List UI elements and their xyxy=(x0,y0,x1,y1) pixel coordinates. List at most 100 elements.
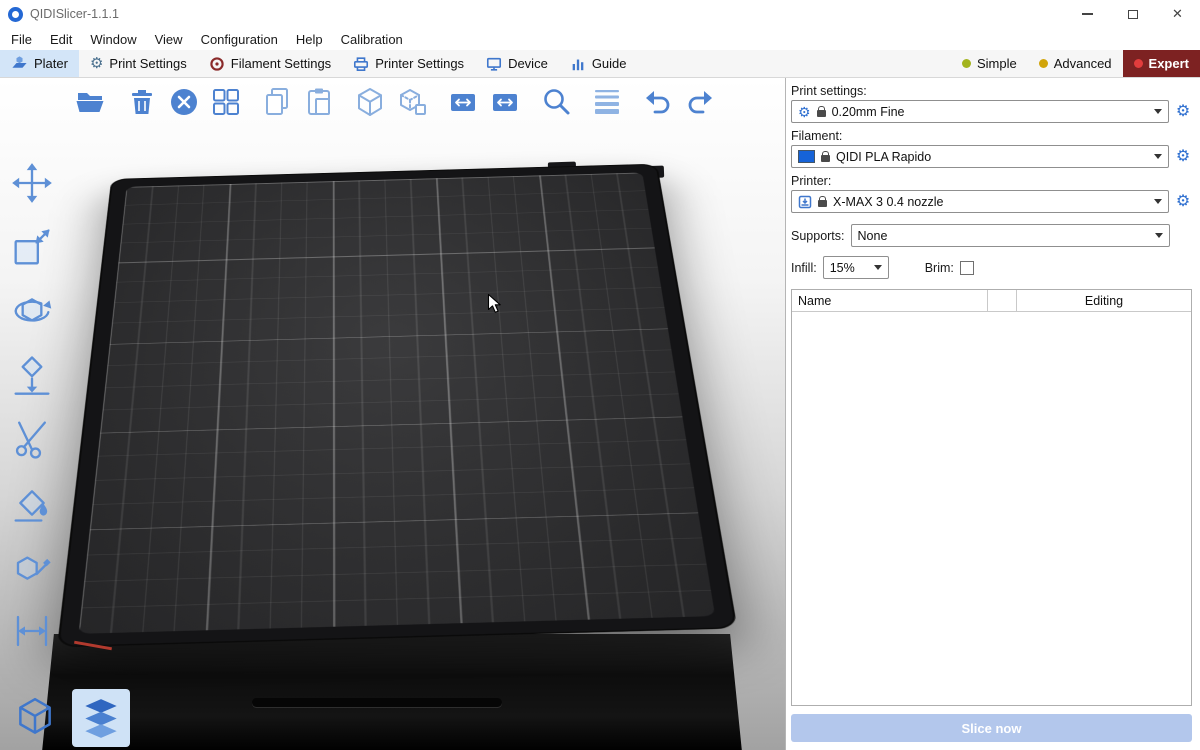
window-title: QIDISlicer-1.1.1 xyxy=(30,7,119,21)
undo-button[interactable] xyxy=(641,84,675,120)
seam-tool[interactable] xyxy=(8,544,56,590)
print-bed-front xyxy=(42,634,742,750)
tab-device[interactable]: Device xyxy=(475,50,559,77)
scale-icon xyxy=(11,226,53,268)
close-button[interactable]: ✕ xyxy=(1155,0,1200,28)
chevron-down-icon xyxy=(874,265,882,270)
printer-mini-icon xyxy=(798,195,812,209)
search-icon xyxy=(540,86,572,118)
arrange-icon xyxy=(210,86,242,118)
supports-combo[interactable]: None xyxy=(851,224,1170,247)
remove-instance-button[interactable] xyxy=(488,84,522,120)
chevron-down-icon xyxy=(1155,233,1163,238)
redo-icon xyxy=(684,86,716,118)
object-list-header: Name Editing xyxy=(792,290,1191,312)
chevron-down-icon xyxy=(1154,199,1162,204)
search-button[interactable] xyxy=(539,84,573,120)
plater-3d-viewport[interactable] xyxy=(0,78,785,750)
maximize-button[interactable] xyxy=(1110,0,1155,28)
print-settings-label: Print settings: xyxy=(791,84,1192,98)
tab-filament-settings[interactable]: Filament Settings xyxy=(198,50,342,77)
menu-file[interactable]: File xyxy=(2,32,41,47)
cut-tool[interactable] xyxy=(8,416,56,462)
menu-edit[interactable]: Edit xyxy=(41,32,81,47)
tab-printer-settings[interactable]: Printer Settings xyxy=(342,50,475,77)
folder-open-icon xyxy=(75,86,107,118)
lock-icon xyxy=(821,155,830,162)
chevron-down-icon xyxy=(1154,109,1162,114)
tab-plater[interactable]: Plater xyxy=(0,50,79,77)
filament-spool-icon xyxy=(209,56,225,72)
seam-pencil-icon xyxy=(11,546,53,588)
column-editing: Editing xyxy=(1017,290,1191,311)
menu-help[interactable]: Help xyxy=(287,32,332,47)
split-parts-icon xyxy=(396,86,428,118)
mode-expert[interactable]: Expert xyxy=(1123,50,1200,77)
redo-button[interactable] xyxy=(683,84,717,120)
minimize-button[interactable] xyxy=(1065,0,1110,28)
measure-tool[interactable] xyxy=(8,608,56,654)
tab-guide[interactable]: Guide xyxy=(559,50,638,77)
delete-button[interactable] xyxy=(125,84,159,120)
slice-now-button[interactable]: Slice now xyxy=(791,714,1192,742)
infill-combo[interactable]: 15% xyxy=(823,256,889,279)
add-instance-icon xyxy=(447,86,479,118)
scale-tool[interactable] xyxy=(8,224,56,270)
layer-height-icon xyxy=(591,86,623,118)
menu-calibration[interactable]: Calibration xyxy=(332,32,412,47)
mouse-cursor xyxy=(487,293,503,315)
print-bed-grid xyxy=(79,173,716,634)
editor-view-button[interactable] xyxy=(6,689,64,747)
edit-printer-button[interactable]: ⚙ xyxy=(1174,194,1192,210)
delete-all-button[interactable] xyxy=(167,84,201,120)
preview-view-button[interactable] xyxy=(72,689,130,747)
lock-icon xyxy=(817,110,826,117)
place-on-face-tool[interactable] xyxy=(8,352,56,398)
filament-combo[interactable]: QIDI PLA Rapido xyxy=(791,145,1169,168)
menu-configuration[interactable]: Configuration xyxy=(192,32,287,47)
settings-sidebar: Print settings: ⚙ 0.20mm Fine ⚙ Filament… xyxy=(785,78,1200,750)
split-to-parts-button[interactable] xyxy=(395,84,429,120)
tab-print-settings[interactable]: ⚙ Print Settings xyxy=(79,50,198,77)
print-settings-gear-icon: ⚙ xyxy=(90,56,103,71)
plater-icon xyxy=(11,55,28,72)
split-objects-icon xyxy=(354,86,386,118)
edit-print-settings-button[interactable]: ⚙ xyxy=(1174,104,1192,120)
variable-layer-height-button[interactable] xyxy=(590,84,624,120)
copy-button[interactable] xyxy=(260,84,294,120)
mode-advanced[interactable]: Advanced xyxy=(1028,50,1123,77)
infill-label: Infill: xyxy=(791,261,817,275)
place-on-face-icon xyxy=(11,354,53,396)
paste-button[interactable] xyxy=(302,84,336,120)
rotate-tool[interactable] xyxy=(8,288,56,334)
arrange-button[interactable] xyxy=(209,84,243,120)
mode-simple[interactable]: Simple xyxy=(951,50,1028,77)
column-name: Name xyxy=(792,290,988,311)
printer-combo[interactable]: X-MAX 3 0.4 nozzle xyxy=(791,190,1169,213)
advanced-mode-dot-icon xyxy=(1039,59,1048,68)
printer-icon xyxy=(353,56,369,72)
edit-filament-button[interactable]: ⚙ xyxy=(1174,149,1192,165)
menu-view[interactable]: View xyxy=(146,32,192,47)
open-button[interactable] xyxy=(74,84,108,120)
paint-supports-tool[interactable] xyxy=(8,480,56,526)
move-tool[interactable] xyxy=(8,160,56,206)
add-instance-button[interactable] xyxy=(446,84,480,120)
menu-window[interactable]: Window xyxy=(81,32,145,47)
split-to-objects-button[interactable] xyxy=(353,84,387,120)
paste-icon xyxy=(303,86,335,118)
print-settings-combo[interactable]: ⚙ 0.20mm Fine xyxy=(791,100,1169,123)
device-monitor-icon xyxy=(486,56,502,72)
bed-handle xyxy=(252,698,502,707)
delete-all-icon xyxy=(168,86,200,118)
title-bar: QIDISlicer-1.1.1 ✕ xyxy=(0,0,1200,28)
chevron-down-icon xyxy=(1154,154,1162,159)
brim-checkbox[interactable] xyxy=(960,261,974,275)
lock-icon xyxy=(818,200,827,207)
object-list-body[interactable] xyxy=(792,312,1191,705)
move-icon xyxy=(11,162,53,204)
column-extruder xyxy=(988,290,1017,311)
supports-label: Supports: xyxy=(791,229,845,243)
copy-icon xyxy=(261,86,293,118)
object-list[interactable]: Name Editing xyxy=(791,289,1192,706)
